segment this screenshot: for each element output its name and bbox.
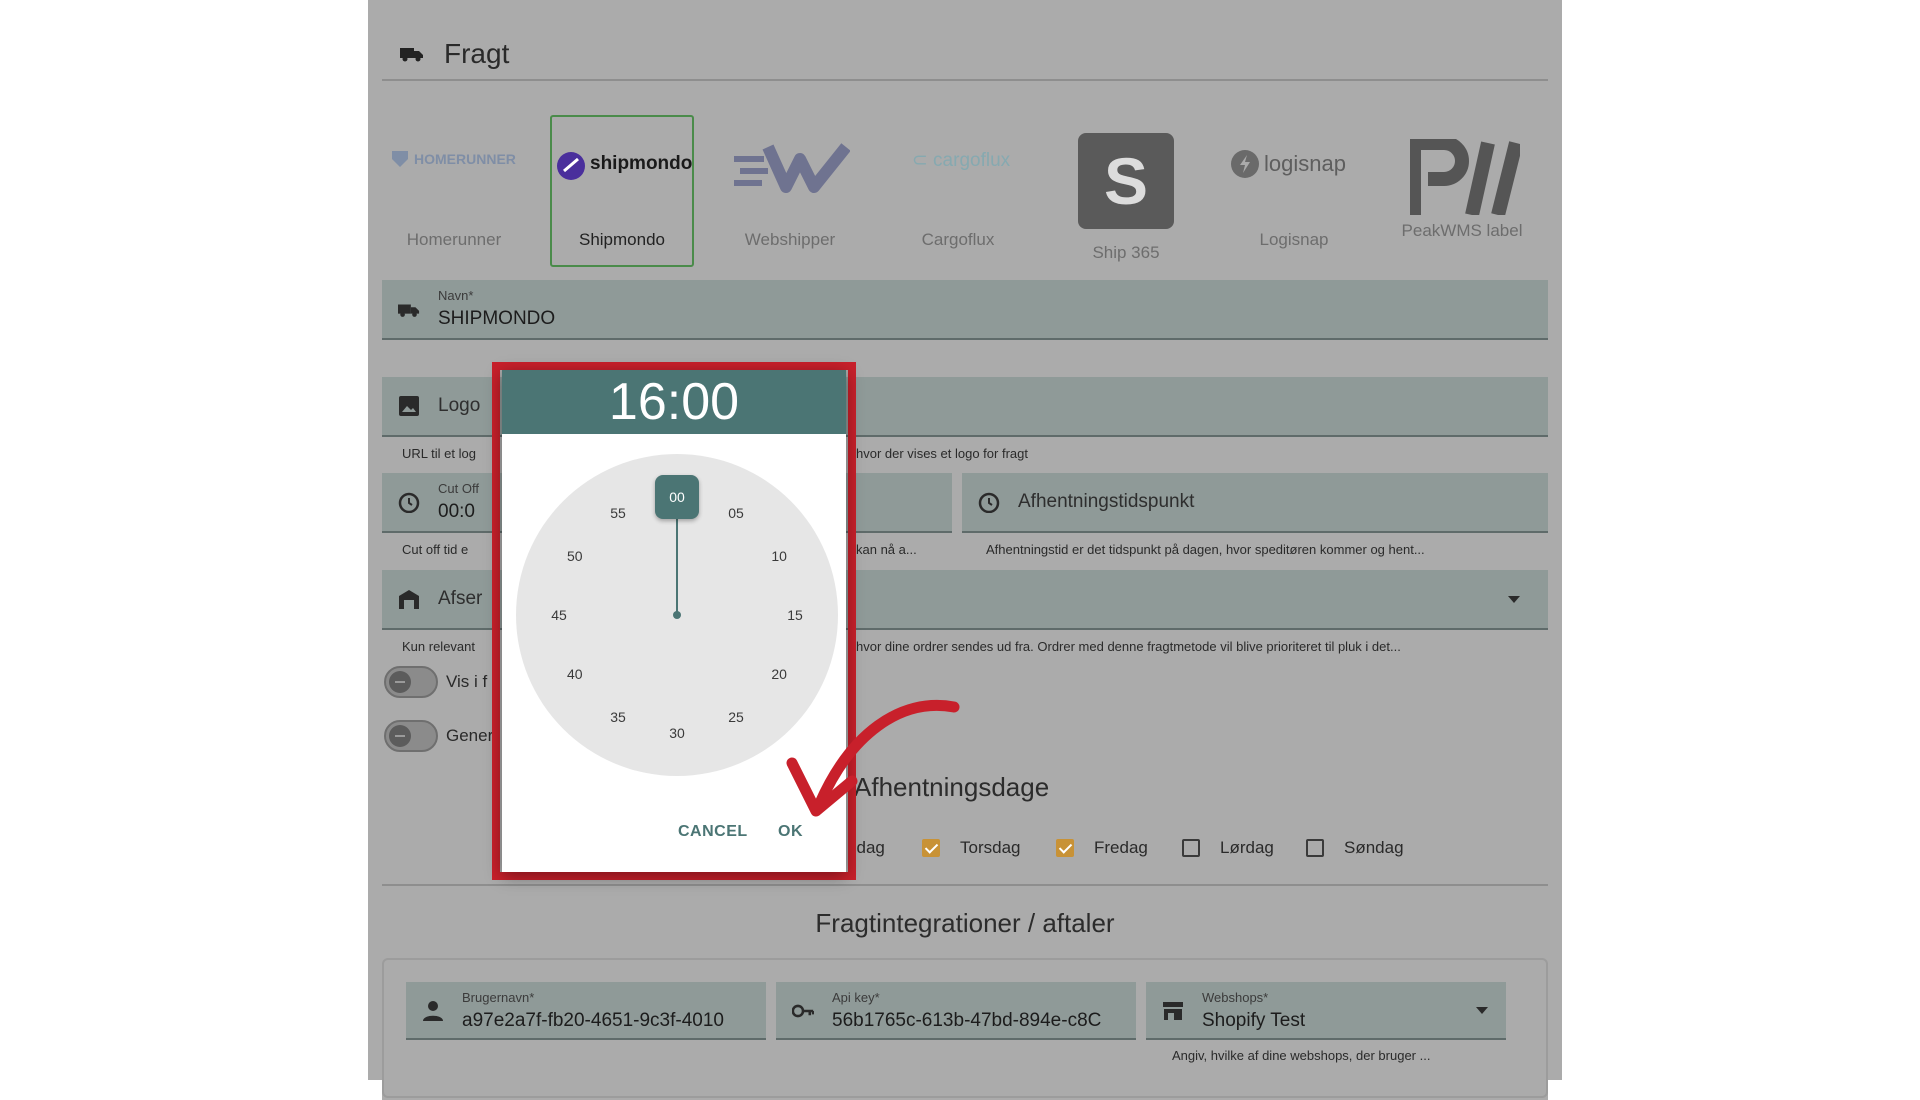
alarm-icon [978,492,1000,513]
username-value: a97e2a7f-fb20-4651-9c3f-4010 [462,1010,724,1031]
shipmondo-logo-text: shipmondo [590,153,693,174]
sender-help-left: Kun relevant [402,639,475,654]
clock-number[interactable]: 30 [662,723,692,743]
day-label-thursday: Torsdag [960,838,1021,857]
webshops-select[interactable]: Webshops* Shopify Test [1146,982,1506,1040]
store-icon [1163,1002,1183,1020]
cutoff-help-left: Cut off tid e [402,542,469,557]
clock-center [673,611,681,619]
checkbox-friday[interactable] [1056,839,1074,857]
carrier-label: Homerunner [406,230,502,249]
show-toggle-label: Vis i f [446,672,488,691]
logisnap-logo-text: logisnap [1264,151,1346,176]
integrations-title: Fragtintegrationer / aftaler [815,908,1115,938]
carrier-label: Webshipper [744,230,836,249]
cancel-button[interactable]: CANCEL [678,823,748,841]
day-label-friday: Fredag [1094,838,1148,857]
ok-button[interactable]: OK [778,823,803,841]
carrier-label: Logisnap [1259,230,1329,249]
carrier-homerunner[interactable]: HOMERUNNER Homerunner [382,115,526,267]
annotation-arrow-icon [786,700,960,817]
day-label-sunday: Søndag [1344,838,1404,857]
pickup-time-label: Afhentningstidspunkt [1018,491,1195,512]
name-field-value: SHIPMONDO [438,308,556,329]
carrier-peakwms[interactable]: PeakWMS label [1390,115,1534,267]
carrier-cargoflux[interactable]: ⊂ cargoflux Cargoflux [886,115,1030,267]
truck-icon [400,48,423,62]
cutoff-field-label: Cut Off [438,481,479,496]
cargoflux-c-icon: ⊂ [911,150,934,171]
checkbox-thursday[interactable] [922,839,940,857]
clock-number[interactable]: 35 [603,707,633,727]
pickup-time-field[interactable]: Afhentningstidspunkt [962,473,1548,533]
checkbox-saturday[interactable] [1182,839,1200,857]
shipmondo-logo-icon [557,152,585,180]
clock-number[interactable]: 50 [560,546,590,566]
logo-help-right: hvor der vises et logo for fragt [856,446,1028,461]
logo-field-label: Logo [438,395,481,416]
username-field[interactable]: Brugernavn* a97e2a7f-fb20-4651-9c3f-4010 [406,982,766,1040]
divider [382,884,1548,886]
clock-number[interactable]: 55 [603,503,633,523]
section-title: Fragt [444,38,510,69]
clock-number[interactable]: 20 [764,664,794,684]
pickup-time-help: Afhentningstid er det tidspunkt på dagen… [986,542,1425,557]
generate-toggle-label: Gener [446,726,494,745]
api-key-value: 56b1765c-613b-47bd-894e-c8C [832,1010,1102,1031]
cargoflux-logo-text: ⊂ cargoflux [911,150,1011,171]
checkbox-sunday[interactable] [1306,839,1324,857]
show-toggle[interactable] [384,666,438,698]
alarm-icon [398,492,420,513]
carrier-shipmondo[interactable]: shipmondo Shipmondo [550,115,694,267]
logo-help-left: URL til et log [402,446,476,461]
toggle-knob [389,725,411,747]
homerunner-logo-icon [392,151,408,167]
clock-number-selected[interactable]: 00 [655,475,699,519]
api-key-label: Api key* [832,990,880,1005]
divider [382,79,1548,81]
username-label: Brugernavn* [462,990,535,1005]
webshops-label: Webshops* [1202,990,1269,1005]
cutoff-help-right: kan nå a... [856,542,917,557]
logisnap-logo-icon [1231,150,1259,178]
person-icon [423,1001,443,1021]
clock-number[interactable]: 10 [764,546,794,566]
sender-help-right: hvor dine ordrer sendes ud fra. Ordrer m… [856,639,1401,654]
time-display[interactable]: 16:00 [502,370,846,434]
clock-number[interactable]: 15 [780,605,810,625]
sender-field-label: Afser [438,588,483,609]
webshops-value: Shopify Test [1202,1010,1306,1031]
chevron-down-icon[interactable] [1508,596,1520,604]
day-label-saturday: Lørdag [1220,838,1274,857]
carrier-label: Shipmondo [578,230,665,249]
carrier-logisnap[interactable]: logisnap Logisnap [1222,115,1366,267]
clock-number[interactable]: 45 [544,605,574,625]
chevron-down-icon[interactable] [1476,1007,1488,1015]
toggle-knob [389,671,411,693]
carrier-ship365[interactable]: S Ship 365 [1054,115,1198,267]
time-picker-header: 16:00 [502,370,846,434]
name-field-label: Navn* [438,288,474,303]
clock-number[interactable]: 05 [721,503,751,523]
carrier-label: Ship 365 [1092,243,1160,262]
clock-number[interactable]: 25 [721,707,751,727]
key-icon [792,1004,814,1018]
name-field[interactable]: Navn* SHIPMONDO [382,280,1548,340]
generate-toggle[interactable] [384,720,438,752]
carrier-webshipper[interactable]: Webshipper [718,115,862,267]
clock-number[interactable]: 40 [560,664,590,684]
cutoff-field-value: 00:0 [438,501,475,522]
carrier-label: Cargoflux [921,230,995,249]
truck-icon [398,304,420,317]
peakwms-logo-icon [1410,139,1520,215]
homerunner-logo-text: HOMERUNNER [414,151,516,167]
webshipper-logo-icon [734,143,850,193]
carrier-label: PeakWMS label [1401,221,1523,240]
api-key-field[interactable]: Api key* 56b1765c-613b-47bd-894e-c8C [776,982,1136,1040]
webshops-help: Angiv, hvilke af dine webshops, der brug… [1172,1048,1431,1063]
image-icon [399,396,419,416]
ship365-logo: S [1078,133,1174,229]
warehouse-icon [399,590,419,609]
clock-hand [676,514,678,615]
